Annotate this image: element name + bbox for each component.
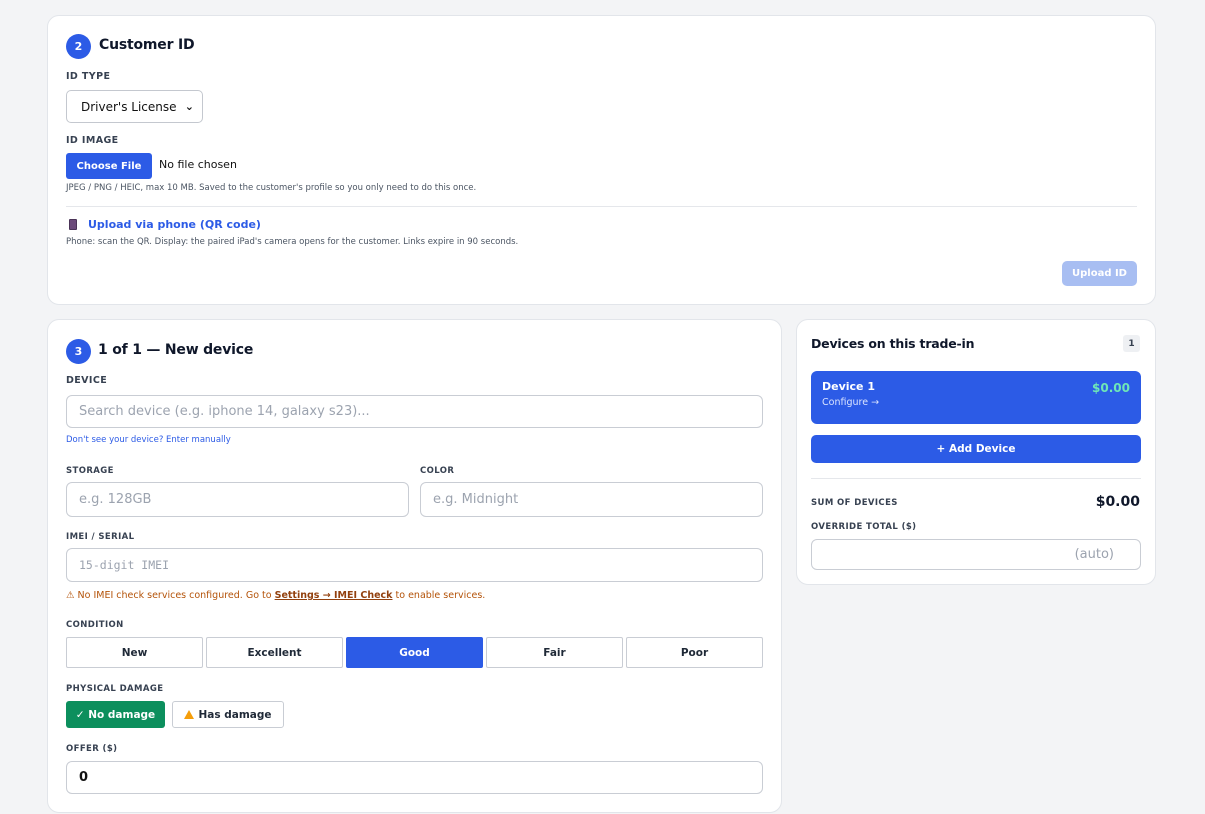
condition-excellent[interactable]: Excellent [206,637,343,668]
id-image-label: ID IMAGE [66,135,119,146]
damage-label: PHYSICAL DAMAGE [66,684,164,694]
color-input[interactable]: e.g. Midnight [420,482,763,517]
file-status: No file chosen [159,158,237,171]
phone-icon [69,219,77,230]
upload-id-button[interactable]: Upload ID [1062,261,1137,286]
warning-icon [184,710,195,719]
configure-link: Configure → [822,397,880,408]
sum-value: $0.00 [1095,494,1140,510]
id-type-select[interactable]: Driver's License ⌄ [66,90,203,123]
step-number: 3 [66,339,91,364]
device-search-input[interactable]: Search device (e.g. iphone 14, galaxy s2… [66,395,763,428]
imei-label: IMEI / SERIAL [66,532,135,542]
storage-input[interactable]: e.g. 128GB [66,482,409,517]
file-hint: JPEG / PNG / HEIC, max 10 MB. Saved to t… [66,183,477,193]
imei-input[interactable]: 15-digit IMEI [66,548,763,582]
imei-warning-suffix: to enable services. [395,590,486,601]
no-damage-button[interactable]: ✓ No damage [66,701,165,728]
choose-file-button[interactable]: Choose File [66,153,152,179]
device-list-item[interactable]: Device 1 Configure → $0.00 [811,371,1141,424]
device-name: Device 1 [822,380,875,393]
condition-new[interactable]: New [66,637,203,668]
imei-warning-prefix: ⚠ No IMEI check services configured. Go … [66,590,272,601]
sum-label: SUM OF DEVICES [811,498,898,508]
devices-panel-title: Devices on this trade-in [811,336,975,351]
device-label: DEVICE [66,375,108,386]
offer-label: OFFER ($) [66,744,118,754]
condition-poor[interactable]: Poor [626,637,763,668]
customer-id-card: 2 Customer ID ID TYPE Driver's License ⌄… [47,15,1156,305]
step-number: 2 [66,34,91,59]
condition-label: CONDITION [66,620,124,630]
override-placeholder: (auto) [1074,547,1114,562]
imei-warning: ⚠ No IMEI check services configured. Go … [66,590,485,601]
section-title: 1 of 1 — New device [98,342,254,358]
divider [811,478,1141,479]
storage-label: STORAGE [66,466,114,476]
id-type-label: ID TYPE [66,71,111,82]
override-label: OVERRIDE TOTAL ($) [811,522,917,532]
imei-settings-link[interactable]: Settings → IMEI Check [275,590,393,601]
device-form-card: 3 1 of 1 — New device DEVICE Search devi… [47,319,782,813]
devices-panel: Devices on this trade-in 1 Device 1 Conf… [796,319,1156,585]
qr-hint: Phone: scan the QR. Display: the paired … [66,237,519,247]
chevron-down-icon: ⌄ [184,100,194,113]
condition-fair[interactable]: Fair [486,637,623,668]
enter-manually-link[interactable]: Don't see your device? Enter manually [66,435,231,445]
add-device-button[interactable]: + Add Device [811,435,1141,463]
color-label: COLOR [420,466,455,476]
section-title: Customer ID [99,37,195,53]
device-price: $0.00 [1092,381,1130,395]
has-damage-button[interactable]: Has damage [172,701,284,728]
divider [66,206,1137,207]
device-count-badge: 1 [1123,335,1140,352]
offer-input[interactable]: 0 [66,761,763,794]
has-damage-label: Has damage [198,708,272,721]
qr-upload-link[interactable]: Upload via phone (QR code) [88,218,261,231]
override-total-input[interactable]: (auto) [811,539,1141,570]
id-type-value: Driver's License [81,99,177,114]
condition-good[interactable]: Good [346,637,483,668]
